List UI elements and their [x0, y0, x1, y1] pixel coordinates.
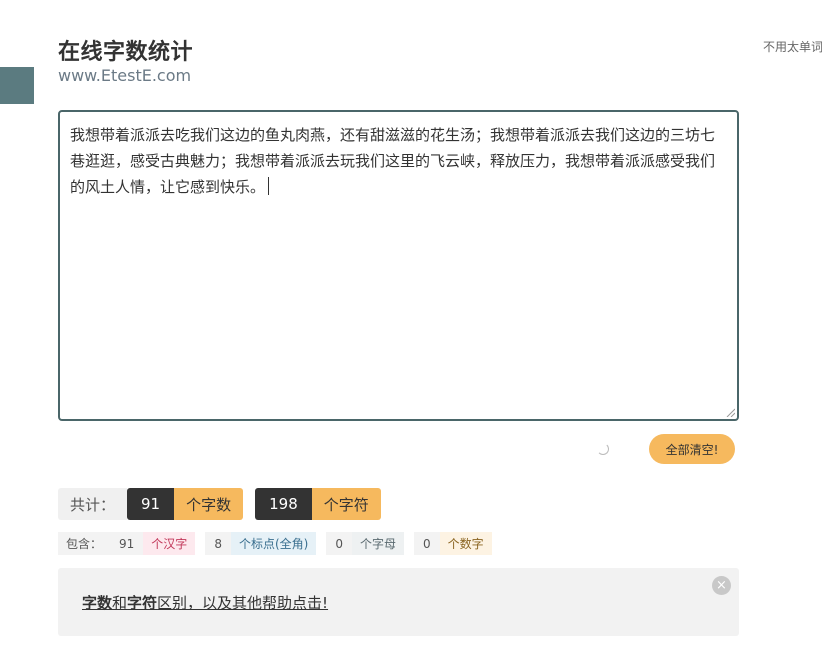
editor-text: 我想带着派派去吃我们这边的鱼丸肉燕，还有甜滋滋的花生汤；我想带着派派去我们这边的…: [70, 126, 716, 196]
breakdown-bar: 包含： 91 个汉字 8 个标点(全角) 0 个字母 0 个数字: [58, 532, 492, 555]
page-title: 在线字数统计: [58, 40, 194, 65]
han-count-unit: 个汉字: [143, 532, 196, 555]
letter-count-item: 0 个字母: [326, 532, 404, 555]
char-count-value: 198: [255, 488, 312, 520]
help-link-rest: 区别，以及其他帮助点击!: [157, 594, 329, 612]
help-link-and: 和: [112, 594, 128, 612]
punct-count-unit: 个标点(全角): [230, 532, 317, 555]
punct-count-value: 8: [205, 532, 231, 555]
totals-label: 共计：: [58, 488, 128, 520]
han-count-value: 91: [110, 532, 144, 555]
help-link[interactable]: 字数和字符区别，以及其他帮助点击!: [82, 592, 328, 613]
side-note[interactable]: 不用太单词: [763, 38, 822, 55]
clear-all-button[interactable]: 全部清空!: [649, 434, 735, 464]
char-count-unit: 个字符: [311, 488, 381, 520]
han-count-item: 91 个汉字: [110, 532, 196, 555]
text-caret: [268, 177, 270, 195]
help-link-chars: 字符: [127, 594, 158, 612]
site-url: www.EtestE.com: [58, 66, 192, 85]
char-count-badge: 198 个字符: [255, 488, 381, 520]
page: 不用太单词 在线字数统计 www.EtestE.com 我想带着派派去吃我们这边…: [0, 0, 822, 663]
digit-count-item: 0 个数字: [413, 532, 492, 555]
text-input-area[interactable]: 我想带着派派去吃我们这边的鱼丸肉燕，还有甜滋滋的花生汤；我想带着派派去我们这边的…: [58, 110, 739, 421]
resize-grip-icon[interactable]: [725, 407, 735, 417]
close-icon[interactable]: ×: [712, 576, 731, 595]
letter-count-unit: 个字母: [351, 532, 404, 555]
breakdown-label: 包含：: [58, 532, 111, 555]
word-count-value: 91: [127, 488, 175, 520]
word-count-badge: 91 个字数: [127, 488, 244, 520]
word-count-unit: 个字数: [174, 488, 244, 520]
side-tab[interactable]: [0, 67, 34, 104]
punct-count-item: 8 个标点(全角): [205, 532, 317, 555]
digit-count-unit: 个数字: [439, 532, 492, 555]
loading-spinner-icon: [597, 443, 609, 455]
letter-count-value: 0: [326, 532, 352, 555]
help-box: 字数和字符区别，以及其他帮助点击! ×: [58, 568, 739, 636]
digit-count-value: 0: [413, 532, 440, 555]
help-link-words: 字数: [82, 594, 113, 612]
totals-bar: 共计： 91 个字数 198 个字符: [58, 488, 381, 520]
